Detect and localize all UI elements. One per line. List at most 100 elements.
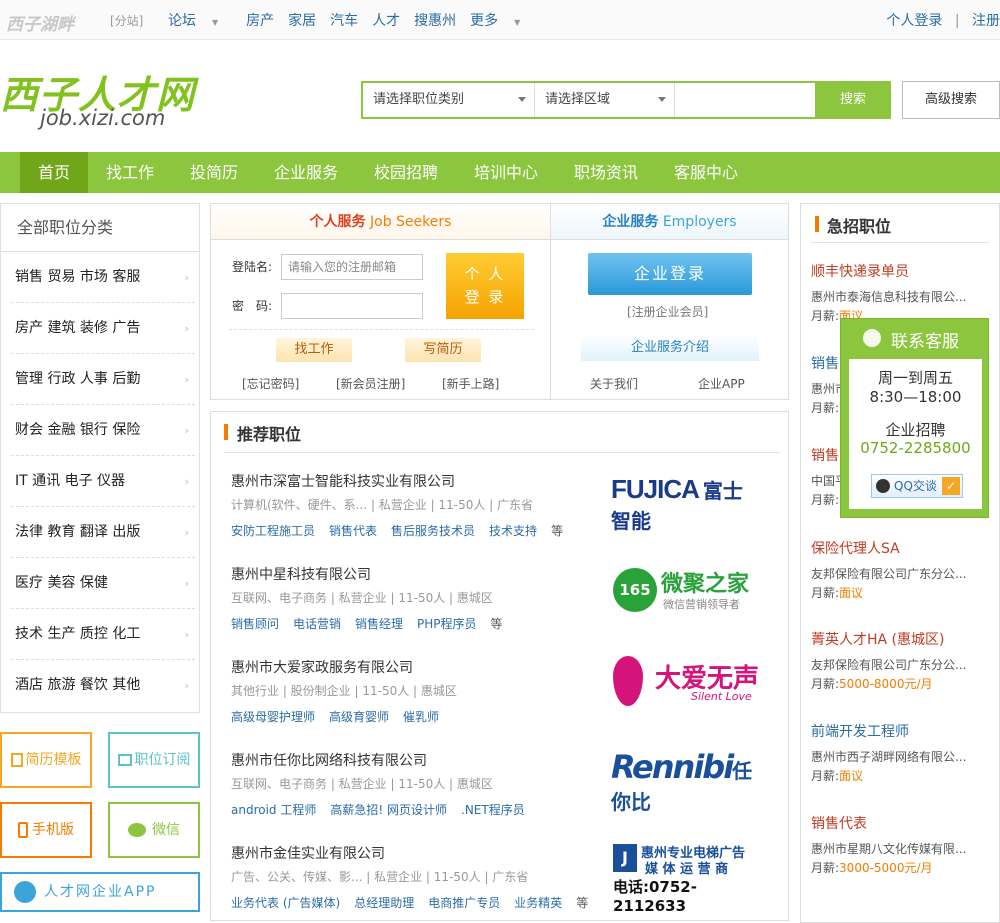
enterprise-intro-button[interactable]: 企业服务介绍 [581,335,759,361]
company-name[interactable]: 惠州市深富士智能科技实业有限公司 [231,471,455,491]
urgent-job-company: 友邦保险有限公司广东分公... [811,567,967,581]
top-nav-talent[interactable]: 人才 [372,10,400,30]
job-link[interactable]: 售后服务技术员 [391,524,475,538]
resume-template-button[interactable]: 简历模板 [0,732,92,788]
job-link[interactable]: 催乳师 [403,710,439,724]
job-link[interactable]: .NET程序员 [461,803,525,817]
category-item[interactable]: 酒店 旅游 餐饮 其他 › [11,660,195,711]
urgent-job-title[interactable]: 销售代表 [811,813,867,833]
top-nav-search-huizhou[interactable]: 搜惠州 [414,10,456,30]
job-link[interactable]: 销售经理 [355,617,403,631]
category-item[interactable]: 法律 教育 翻译 出版 › [11,507,195,558]
company-logo[interactable]: 大爱无声 Silent Love [611,652,761,714]
personal-login-link[interactable]: 个人登录 [886,13,942,29]
enterprise-app-button[interactable]: 人才网企业APP [0,872,200,912]
job-link[interactable]: 销售代表 [329,524,377,538]
enterprise-login-button[interactable]: 企业登录 [588,253,752,295]
urgent-job-company: 惠州市泰海信息科技有限公... [811,290,967,304]
nav-campus-recruit[interactable]: 校园招聘 [374,152,438,193]
category-item[interactable]: 医疗 美容 保健 › [11,558,195,609]
company-meta: 广告、公关、传媒、影... | 私营企业 | 11-50人 | 广东省 [231,870,529,884]
company-name[interactable]: 惠州中星科技有限公司 [231,564,371,584]
urgent-job-salary: 月薪:面议 [811,769,864,783]
job-link[interactable]: 技术支持 [489,524,537,538]
personal-login-button[interactable]: 个 人 登 录 [446,253,524,319]
category-item[interactable]: 销售 贸易 市场 客服 › [11,252,195,303]
top-nav-house[interactable]: 房产 [246,10,274,30]
register-link[interactable]: 注册 [972,13,1000,29]
job-link[interactable]: 总经理助理 [354,896,414,910]
region-select[interactable]: 请选择区域 [535,83,675,117]
chevron-right-icon: › [184,424,189,437]
job-links: 高级母婴护理师 高级育婴师 催乳师 [231,708,453,725]
job-link[interactable]: 高级育婴师 [329,710,389,724]
site-logo[interactable]: 西子湖畔 [6,10,74,35]
nav-training-center[interactable]: 培训中心 [474,152,538,193]
category-panel: 全部职位分类 销售 贸易 市场 客服 › 房产 建筑 装修 广告 › 管理 行政 人… [0,203,200,713]
nav-enterprise-service[interactable]: 企业服务 [274,152,338,193]
new-guide-link[interactable]: [新手上路] [442,375,499,392]
search-button[interactable]: 搜索 [815,81,891,119]
company-logo[interactable]: Rennibi任你比 [611,748,761,814]
job-link[interactable]: PHP程序员 [417,617,477,631]
urgent-job-title[interactable]: 前端开发工程师 [811,721,909,741]
nav-customer-service[interactable]: 客服中心 [674,152,738,193]
advanced-search-button[interactable]: 高级搜索 [902,81,1000,119]
company-name[interactable]: 惠州市大爱家政服务有限公司 [231,657,413,677]
category-item[interactable]: IT 通讯 电子 仪器 › [11,456,195,507]
job-link[interactable]: 电话营销 [293,617,341,631]
password-input[interactable] [281,293,423,319]
more-text: 等 [576,896,589,910]
top-nav-home[interactable]: 家居 [288,10,316,30]
subscribe-icon [117,754,132,766]
company-logo[interactable]: J 惠州专业电梯广告 媒 体 运 营 商 电话:0752-2112633 [611,840,761,915]
category-item[interactable]: 财会 金融 银行 保险 › [11,405,195,456]
chevron-right-icon: › [184,322,189,335]
nav-career-news[interactable]: 职场资讯 [574,152,638,193]
job-link[interactable]: 安防工程施工员 [231,524,315,538]
job-link[interactable]: 业务代表 (广告媒体) [231,896,340,910]
job-category-select[interactable]: 请选择职位类别 [363,83,535,117]
job-links: 业务代表 (广告媒体) 总经理助理 电商推广专员 业务精英等 [231,894,602,911]
urgent-job-title[interactable]: 保险代理人SA [811,538,900,558]
mobile-version-button[interactable]: 手机版 [0,802,92,858]
company-name[interactable]: 惠州市任你比网络科技有限公司 [231,750,427,770]
job-link[interactable]: 高级母婴护理师 [231,710,315,724]
keyword-input[interactable] [675,83,815,117]
nav-submit-resume[interactable]: 投简历 [190,152,238,193]
nav-find-job[interactable]: 找工作 [106,152,154,193]
more-text: 等 [490,617,503,631]
forgot-password-link[interactable]: [忘记密码] [242,375,299,392]
qq-chat-button[interactable]: QQ交谈 ✓ [871,474,963,498]
enterprise-register-link[interactable]: [注册企业会员] [627,303,708,320]
username-input[interactable]: 请输入您的注册邮箱 [281,254,423,280]
job-link[interactable]: 业务精英 [514,896,562,910]
enterprise-app-link[interactable]: 企业APP [698,375,745,392]
top-nav-car[interactable]: 汽车 [330,10,358,30]
job-link[interactable]: 销售顾问 [231,617,279,631]
top-nav-forum[interactable]: 论坛 ▼ [168,10,232,30]
job-link[interactable]: 高薪急招! 网页设计师 [330,803,447,817]
urgent-job-title[interactable]: 菁英人才HA (惠城区) [811,629,944,649]
top-nav-more[interactable]: 更多 ▼ [470,10,534,30]
job-link[interactable]: 电商推广专员 [428,896,500,910]
category-title: 全部职位分类 [1,204,199,252]
nav-home[interactable]: 首页 [20,152,89,193]
wechat-button[interactable]: 微信 [108,802,200,858]
about-us-link[interactable]: 关于我们 [590,375,638,392]
company-logo[interactable]: 165 微聚之家 微信营销领导者 [611,566,761,618]
category-item[interactable]: 房产 建筑 装修 广告 › [11,303,195,354]
urgent-job-title[interactable]: 顺丰快递录单员 [811,261,909,281]
job-subscribe-button[interactable]: 职位订阅 [108,732,200,788]
write-resume-button[interactable]: 写简历 [405,338,481,362]
company-meta: 其他行业 | 股份制企业 | 11-50人 | 惠城区 [231,684,457,698]
urgent-job-salary: 月薪:面议 [811,586,864,600]
find-job-button[interactable]: 找工作 [276,338,352,362]
substation-link[interactable]: [分站] [110,12,143,29]
company-logo[interactable]: FUJICA 富士智能 [611,474,761,533]
company-name[interactable]: 惠州市金佳实业有限公司 [231,843,385,863]
category-item[interactable]: 管理 行政 人事 后勤 › [11,354,195,405]
new-register-link[interactable]: [新会员注册] [336,375,405,392]
category-item[interactable]: 技术 生产 质控 化工 › [11,609,195,660]
job-link[interactable]: android 工程师 [231,803,316,817]
